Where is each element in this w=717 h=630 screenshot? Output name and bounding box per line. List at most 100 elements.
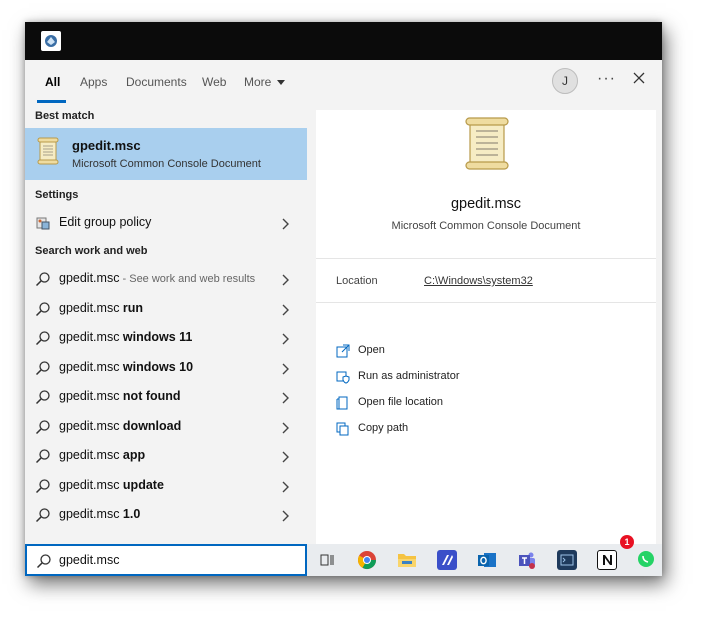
search-icon [35,448,51,464]
group-policy-icon [35,215,51,231]
teams-icon[interactable] [517,550,537,570]
copy-path-action[interactable]: Copy path [336,420,636,440]
search-icon [35,478,51,494]
suggestion-base: gpedit.msc [59,418,123,433]
best-match-item[interactable]: gpedit.msc Microsoft Common Console Docu… [25,128,307,180]
copy-icon [336,422,350,441]
search-web-heading: Search work and web [35,245,148,257]
suggestion-hint: - See work and web results [119,273,256,285]
tab-web[interactable]: Web [202,75,226,89]
suggestion-label: gpedit.msc windows 10 [59,360,193,374]
chevron-right-icon [281,391,289,409]
suggestion-label: gpedit.msc update [59,478,164,492]
preview-subtitle: Microsoft Common Console Document [391,220,581,232]
divider [316,258,656,259]
location-label: Location [336,275,378,287]
run-as-admin-label: Run as administrator [358,370,460,382]
notion-icon[interactable] [597,550,617,570]
open-file-location-action[interactable]: Open file location [336,394,636,414]
search-icon [35,507,51,523]
folder-location-icon [336,396,350,415]
suggestion-bold: download [122,418,182,433]
suggestion-item[interactable]: gpedit.msc windows 11 [25,323,307,352]
chevron-right-icon [281,303,289,321]
active-tab-indicator [37,100,66,103]
suggestion-label: gpedit.msc not found [59,389,181,403]
suggestion-item[interactable]: gpedit.msc not found [25,382,307,411]
results-panel: Best match gpedit.msc Microsoft Common C… [25,104,307,544]
title-bar [25,22,662,60]
suggestion-bold: 1.0 [122,507,141,521]
document-scroll-large-icon [462,116,512,177]
visual-studio-icon[interactable] [437,550,457,570]
search-icon [36,553,52,574]
best-match-heading: Best match [35,110,95,122]
shield-icon [336,370,350,389]
suggestion-base: gpedit.msc [59,359,123,374]
open-label: Open [358,344,385,356]
tab-all[interactable]: All [45,75,60,89]
suggestion-base: gpedit.msc [59,477,123,492]
more-options-icon[interactable]: ··· [597,70,616,88]
suggestion-item[interactable]: gpedit.msc - See work and web results [25,264,307,293]
suggestion-item[interactable]: gpedit.msc run [25,294,307,323]
document-scroll-icon [36,137,60,170]
chevron-right-icon [281,480,289,498]
suggestion-bold: windows 10 [122,359,194,374]
taskbar [307,544,662,576]
suggestion-bold: windows 11 [122,330,193,344]
tab-bar: All Apps Documents Web More J ··· [25,60,662,104]
suggestion-label: gpedit.msc - See work and web results [59,271,255,285]
settings-item-edit-group-policy[interactable]: Edit group policy [25,208,307,237]
settings-heading: Settings [35,189,79,201]
location-link[interactable]: C:\Windows\system32 [424,275,533,287]
suggestion-label: gpedit.msc 1.0 [59,507,140,521]
outlook-icon[interactable] [477,550,497,570]
terminal-icon[interactable] [557,550,577,570]
search-box[interactable] [25,544,307,576]
suggestion-bold: update [122,477,164,492]
tab-documents[interactable]: Documents [126,75,187,89]
whatsapp-icon[interactable] [637,550,657,570]
suggestion-base: gpedit.msc [59,448,123,462]
search-input[interactable] [59,551,299,569]
search-window: All Apps Documents Web More J ··· Best m… [25,22,662,576]
tab-more-label: More [244,75,272,89]
suggestion-item[interactable]: gpedit.msc 1.0 [25,500,307,529]
chrome-icon[interactable] [357,550,377,570]
suggestion-bold: app [122,448,146,462]
best-match-title: gpedit.msc [72,138,141,153]
task-view-icon[interactable] [317,550,337,570]
notification-badge: 1 [620,535,634,549]
app-logo-icon [41,31,61,51]
suggestion-label: gpedit.msc download [59,419,181,433]
chevron-right-icon [281,273,289,291]
suggestion-item[interactable]: gpedit.msc app [25,441,307,470]
open-file-location-label: Open file location [358,396,443,408]
chevron-right-icon [281,362,289,380]
chevron-right-icon [281,421,289,439]
search-icon [35,389,51,405]
search-icon [35,419,51,435]
best-match-subtitle: Microsoft Common Console Document [72,158,261,170]
suggestion-label: gpedit.msc app [59,448,145,462]
open-icon [336,344,350,363]
chevron-right-icon [281,217,289,235]
preview-title: gpedit.msc [450,196,522,212]
suggestion-bold: not found [122,389,181,403]
tab-more[interactable]: More [244,75,286,89]
suggestion-bold: run [122,300,144,315]
suggestion-item[interactable]: gpedit.msc download [25,412,307,441]
suggestion-label: gpedit.msc windows 11 [59,330,192,344]
chevron-right-icon [281,509,289,527]
divider [316,302,656,303]
search-icon [35,330,51,346]
tab-apps[interactable]: Apps [80,75,107,89]
open-action[interactable]: Open [336,342,636,362]
suggestion-item[interactable]: gpedit.msc update [25,471,307,500]
file-explorer-icon[interactable] [397,550,417,570]
avatar[interactable]: J [552,68,578,94]
close-icon[interactable] [632,71,646,90]
run-as-admin-action[interactable]: Run as administrator [336,368,636,388]
suggestion-item[interactable]: gpedit.msc windows 10 [25,353,307,382]
